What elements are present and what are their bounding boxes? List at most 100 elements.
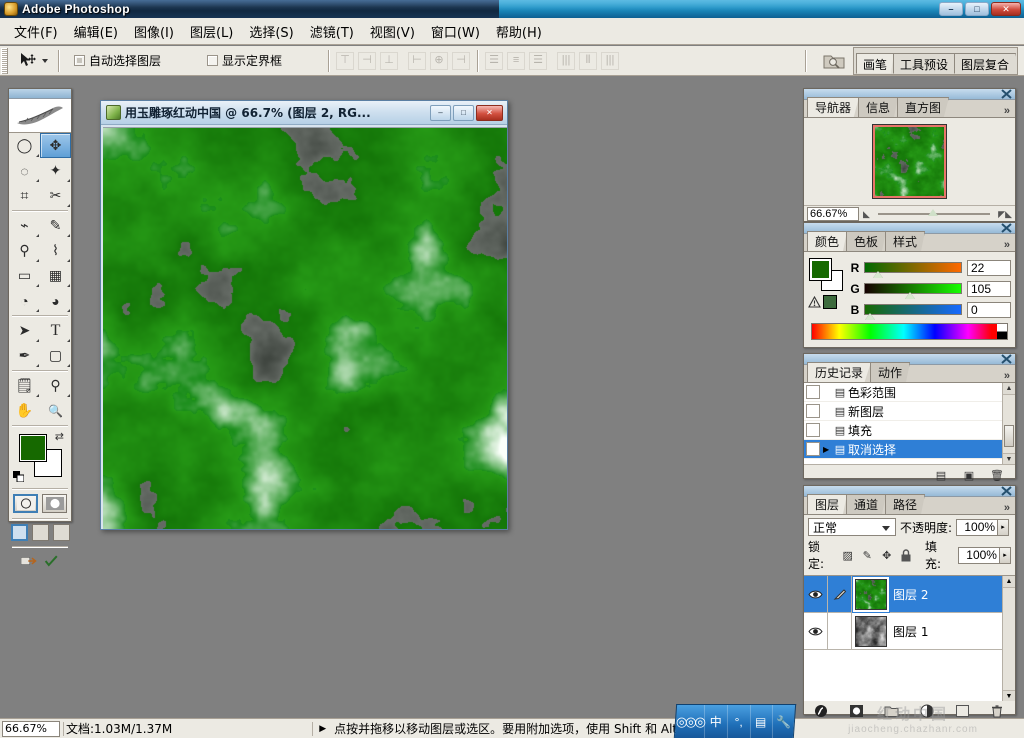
history-item[interactable]: ▤ 新图层 [804,402,1015,421]
file-browser-icon[interactable] [821,49,847,73]
history-brush-tool[interactable]: ⌇ [40,238,71,263]
channel-r-thumb[interactable] [873,271,884,278]
lock-transparent-pixels-icon[interactable]: ▨ [841,548,854,562]
navigator-thumbnail[interactable] [872,124,947,199]
align-left-edges-button[interactable]: ⊢ [408,51,427,70]
close-icon[interactable] [1001,223,1012,233]
foreground-color-swatch[interactable] [19,434,47,462]
options-bar-grip[interactable] [1,47,8,74]
brush-tool[interactable]: ✎ [40,213,71,238]
minimize-button[interactable]: – [939,2,963,16]
zoom-in-icon[interactable]: ◤◣ [998,209,1012,220]
tab-styles[interactable]: 样式 [885,231,926,251]
tab-paths[interactable]: 路径 [885,494,926,514]
align-top-edges-button[interactable]: ⊤ [336,51,355,70]
zoom-slider-thumb[interactable] [928,209,939,216]
close-icon[interactable] [1001,354,1012,364]
ime-logo[interactable]: ◎◎◎ [675,705,705,738]
history-snapshot-checkbox[interactable] [806,385,820,399]
out-of-gamut-warning-icon[interactable] [808,296,821,309]
palette-tab-layer-comps[interactable]: 图层复合 [953,52,1016,74]
menu-item-filter[interactable]: 滤镜(T) [302,19,362,44]
ime-punctuation[interactable]: °, [727,705,750,738]
history-item[interactable]: ▤ 填充 [804,421,1015,440]
toolbox-grip[interactable] [9,89,71,99]
path-selection-tool[interactable]: ➤ [9,318,40,343]
document-minimize-button[interactable]: – [430,104,451,121]
menu-item-layer[interactable]: 图层(L) [182,19,241,44]
eraser-tool[interactable]: ▭ [9,263,40,288]
lock-image-pixels-icon[interactable]: ✎ [861,548,874,562]
layer-thumbnail[interactable] [855,578,887,610]
tab-history[interactable]: 历史记录 [807,362,872,382]
scrollbar-thumb[interactable] [1004,425,1014,447]
notes-tool[interactable]: 🗒 [9,373,40,398]
tab-info[interactable]: 信息 [858,97,899,117]
channel-g-value[interactable]: 105 [967,280,1011,297]
zoom-tool[interactable]: 🔍 [40,398,71,423]
document-titlebar[interactable]: 用玉雕琢红动中国 @ 66.7% (图层 2, RG... – □ ✕ [101,101,507,125]
fill-input[interactable]: 100% [957,546,1000,564]
palette-menu-icon[interactable]: » [1004,239,1015,251]
layer-row[interactable]: 图层 2 [804,576,1015,613]
new-layer-button[interactable] [954,704,970,719]
quick-mask-mode-button[interactable] [42,494,67,513]
history-snapshot-checkbox[interactable] [806,423,820,437]
blend-mode-select[interactable]: 正常 [808,518,896,536]
palette-tab-tool-presets[interactable]: 工具预设 [892,52,955,74]
scroll-down-button[interactable]: ▼ [1003,453,1015,464]
distribute-bottom-edges-button[interactable]: ☰ [529,51,548,70]
hand-tool[interactable]: ✋ [9,398,40,423]
new-adjustment-layer-button[interactable] [919,704,935,719]
ime-toolbox[interactable]: 🔧 [772,705,794,738]
scroll-up-button[interactable]: ▲ [1003,383,1015,395]
dodge-tool[interactable]: ◕ [40,288,71,313]
show-bounding-box-checkbox[interactable] [207,55,219,66]
channel-g-slider[interactable] [864,283,962,299]
crop-tool[interactable]: ⌗ [9,183,40,208]
swap-colors-icon[interactable]: ⇄ [55,430,64,443]
auto-select-layer-checkbox[interactable] [74,55,85,66]
channel-b-thumb[interactable] [865,313,875,320]
document-maximize-button[interactable]: □ [453,104,474,121]
layer-visibility-toggle[interactable] [804,613,828,649]
palette-menu-icon[interactable]: » [1004,105,1015,117]
navigator-view-box[interactable] [873,125,946,198]
eyedropper-tool[interactable]: ⚲ [40,373,71,398]
document-close-button[interactable]: ✕ [476,104,503,121]
tab-channels[interactable]: 通道 [846,494,887,514]
menu-item-help[interactable]: 帮助(H) [488,19,550,44]
history-scrollbar[interactable]: ▲ ▼ [1002,383,1015,464]
lasso-tool[interactable]: ◌ [9,158,40,183]
scroll-up-button[interactable]: ▲ [1003,576,1015,588]
distribute-top-edges-button[interactable]: ☰ [485,51,504,70]
channel-b-value[interactable]: 0 [967,301,1011,318]
distribute-vertical-centers-button[interactable]: ≡ [507,51,526,70]
palette-menu-icon[interactable]: » [1004,502,1015,514]
distribute-right-edges-button[interactable]: ||| [601,51,620,70]
zoom-slider[interactable] [877,209,991,216]
layer-thumbnail[interactable] [855,615,887,647]
status-document-info[interactable]: 文档:1.03M/1.37M [66,720,182,737]
standard-screen-mode[interactable] [10,524,28,541]
pen-tool[interactable]: ✒ [9,343,40,368]
layer-style-button[interactable] [814,704,830,719]
channel-r-value[interactable]: 22 [967,259,1011,276]
channel-b-slider[interactable] [864,304,962,320]
layer-name[interactable]: 图层 1 [893,623,928,640]
opacity-stepper[interactable]: ▸ [998,518,1010,536]
type-tool[interactable]: T [40,318,71,343]
history-snapshot-checkbox[interactable] [806,442,820,456]
maximize-button[interactable]: □ [965,2,989,16]
layer-name[interactable]: 图层 2 [893,586,928,603]
layer-visibility-toggle[interactable] [804,576,828,612]
ime-soft-keyboard[interactable]: ▤ [749,705,773,738]
gradient-tool[interactable]: ▦ [40,263,71,288]
tab-actions[interactable]: 动作 [870,362,911,382]
menu-item-window[interactable]: 窗口(W) [423,19,488,44]
chevron-down-icon[interactable] [42,58,48,63]
blur-tool[interactable]: ◔ [9,288,40,313]
magic-wand-tool[interactable]: ✦ [40,158,71,183]
tab-navigator[interactable]: 导航器 [807,97,860,117]
status-arrow-icon[interactable]: ▶ [319,724,326,734]
